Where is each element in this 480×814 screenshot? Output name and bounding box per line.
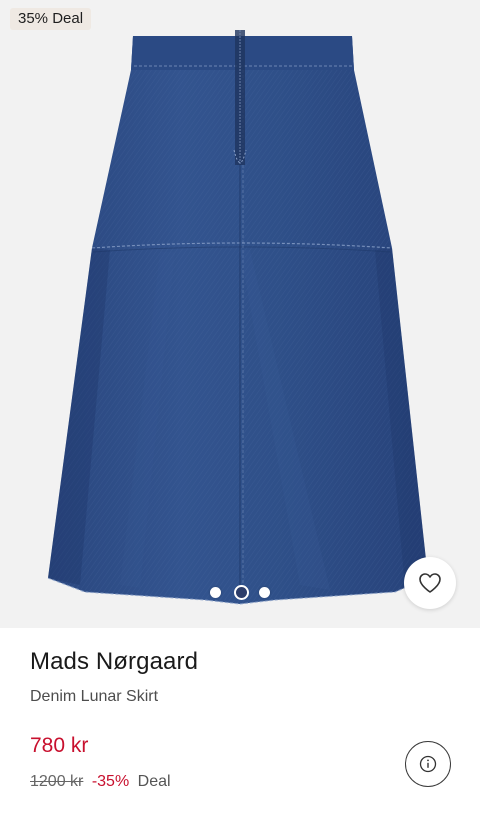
product-image: [47, 30, 429, 605]
carousel-dot[interactable]: [210, 587, 221, 598]
carousel-dot-active[interactable]: [236, 587, 247, 598]
brand-name[interactable]: Mads Nørgaard: [30, 648, 198, 676]
deal-label: Deal: [137, 773, 171, 790]
product-card[interactable]: 35% Deal Mads Nørgaard Denim Lunar Skirt…: [0, 0, 480, 814]
info-icon: [419, 755, 437, 773]
heart-icon: [419, 573, 441, 593]
carousel-dot[interactable]: [259, 587, 270, 598]
original-price: 1200 kr: [30, 773, 84, 790]
info-button[interactable]: [405, 741, 451, 787]
current-price: 780 kr: [30, 734, 89, 757]
deal-badge: 35% Deal: [10, 8, 92, 30]
wishlist-button[interactable]: [404, 557, 456, 609]
product-name[interactable]: Denim Lunar Skirt: [30, 688, 158, 706]
price-details: 1200 kr -35% Deal: [30, 773, 171, 791]
discount-percent: -35%: [91, 773, 130, 790]
product-image-area[interactable]: 35% Deal: [0, 0, 480, 628]
